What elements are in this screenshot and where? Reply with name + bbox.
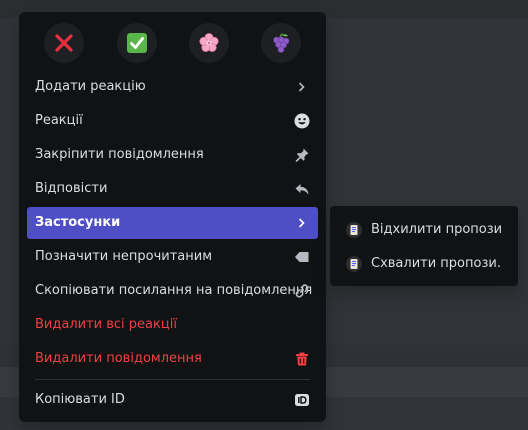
reaction-cross-mark[interactable] [44, 23, 84, 63]
menu-item-copy-id[interactable]: Копіювати ID [27, 384, 318, 416]
trash-icon [294, 351, 310, 367]
apps-submenu: Відхилити пропози... Схвалити пропози... [330, 206, 518, 286]
menu-item-remove-all-reactions[interactable]: Видалити всі реакції [27, 309, 318, 341]
menu-item-label: Скопіювати посилання на повідомлення [35, 283, 313, 298]
menu-item-mark-unread[interactable]: Позначити непрочитаним [27, 241, 318, 273]
menu-item-label: Видалити всі реакції [35, 317, 177, 332]
reaction-grapes[interactable] [261, 23, 301, 63]
link-icon [294, 283, 310, 299]
menu-item-label: Копіювати ID [35, 392, 125, 407]
chevron-right-icon [294, 79, 310, 95]
menu-item-apps[interactable]: Застосунки [27, 207, 318, 239]
cross-mark-icon [55, 34, 73, 52]
app-icon [346, 256, 362, 272]
menu-item-reply[interactable]: Відповісти [27, 173, 318, 205]
unread-tag-icon [294, 249, 310, 265]
id-icon [294, 392, 310, 408]
quick-reactions-row [19, 12, 326, 72]
menu-item-label: Застосунки [35, 215, 121, 230]
menu-item-label: Позначити непрочитаним [35, 249, 213, 264]
menu-item-label: Відповісти [35, 181, 108, 196]
menu-item-delete-message[interactable]: Видалити повідомлення [27, 343, 318, 375]
message-context-menu: Додати реакцію Реакції Закріпити повідом… [19, 12, 326, 422]
menu-item-add-reaction[interactable]: Додати реакцію [27, 71, 318, 103]
menu-item-label: Закріпити повідомлення [35, 147, 204, 162]
submenu-item-label: Схвалити пропози... [371, 256, 501, 271]
menu-item-label: Видалити повідомлення [35, 351, 202, 366]
grapes-icon [273, 33, 290, 53]
check-mark-icon [127, 33, 147, 53]
submenu-item-label: Відхилити пропози... [371, 222, 501, 237]
menu-item-reactions[interactable]: Реакції [27, 105, 318, 137]
menu-divider [35, 379, 310, 380]
menu-item-pin-message[interactable]: Закріпити повідомлення [27, 139, 318, 171]
pin-icon [294, 147, 310, 163]
smiley-icon [294, 113, 310, 129]
chevron-right-icon [294, 215, 310, 231]
menu-item-copy-link[interactable]: Скопіювати посилання на повідомлення [27, 275, 318, 307]
cherry-blossom-icon [199, 33, 219, 52]
submenu-item-reject-suggestion[interactable]: Відхилити пропози... [338, 214, 510, 246]
reaction-check-mark[interactable] [117, 23, 157, 63]
reaction-cherry-blossom[interactable] [189, 23, 229, 63]
reply-icon [294, 181, 310, 197]
menu-item-label: Реакції [35, 113, 83, 128]
app-icon [346, 222, 362, 238]
submenu-item-approve-suggestion[interactable]: Схвалити пропози... [338, 248, 510, 280]
menu-item-label: Додати реакцію [35, 79, 146, 94]
